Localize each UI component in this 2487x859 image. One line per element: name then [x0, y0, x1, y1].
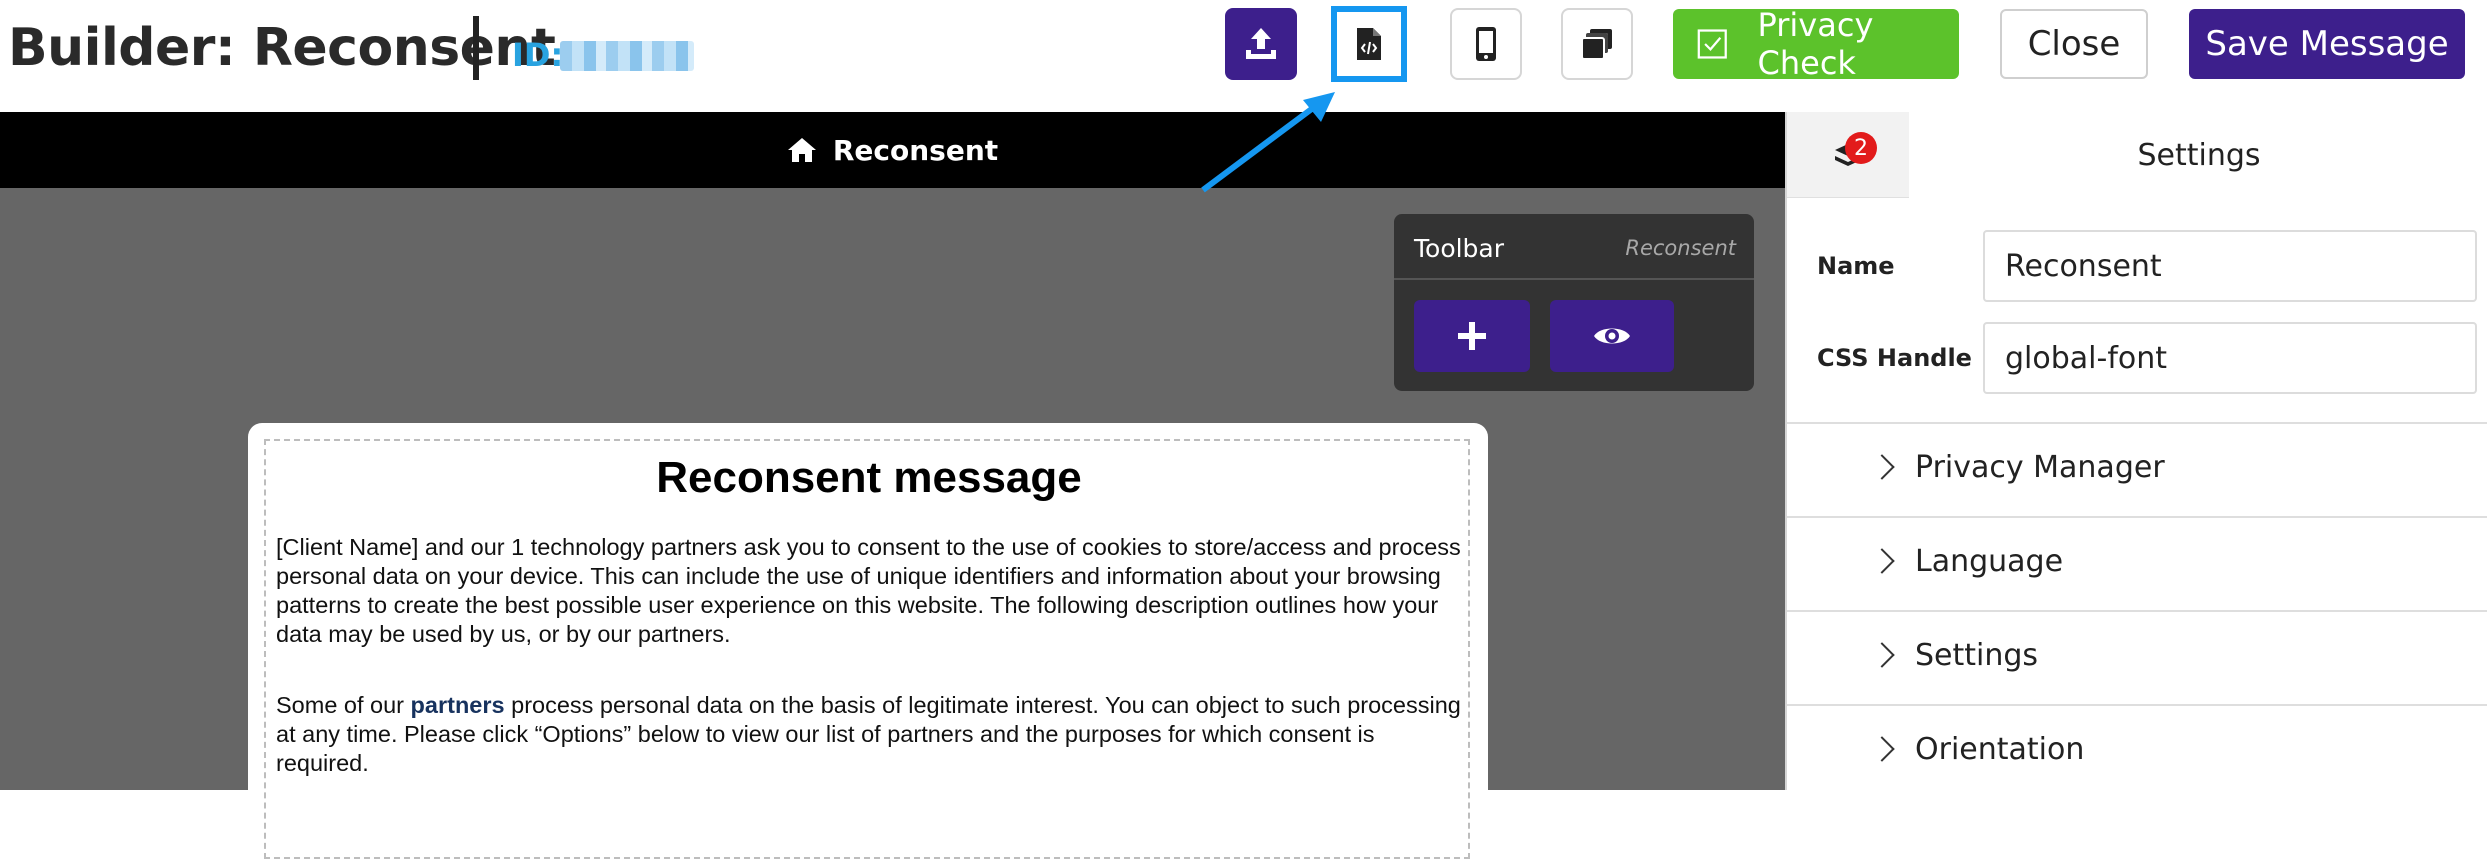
- privacy-check-button[interactable]: Privacy Check: [1673, 6, 1959, 82]
- toolbar-divider: [1394, 278, 1754, 280]
- layers-tab[interactable]: 2: [1787, 112, 1909, 198]
- checkbox-icon: [1697, 29, 1727, 59]
- message-content-area[interactable]: Reconsent message [Client Name] and our …: [264, 439, 1470, 859]
- floating-toolbar: Toolbar Reconsent: [1394, 214, 1754, 391]
- chevron-right-icon: [1869, 548, 1895, 574]
- plus-icon: [1458, 322, 1486, 350]
- chevron-right-icon: [1869, 736, 1895, 762]
- chevron-right-icon: [1869, 642, 1895, 668]
- builder-canvas[interactable]: Reconsent Toolbar Reconsent Reconsent me…: [0, 112, 1785, 859]
- section-orientation[interactable]: Orientation: [1787, 704, 2487, 798]
- home-icon: [787, 138, 816, 162]
- upload-button[interactable]: [1225, 8, 1297, 80]
- top-header: Builder: Reconsent ID: Privacy Check Clo…: [0, 0, 2487, 112]
- privacy-check-label: Privacy Check: [1757, 6, 1874, 82]
- section-label: Privacy Manager: [1915, 450, 2165, 485]
- add-element-button[interactable]: [1414, 300, 1530, 372]
- message-paragraph[interactable]: [Client Name] and our 1 technology partn…: [276, 533, 1466, 649]
- message-id-value-redacted: [560, 41, 694, 71]
- save-message-button[interactable]: Save Message: [2189, 9, 2465, 79]
- section-label: Orientation: [1915, 732, 2085, 767]
- layers-button[interactable]: [1561, 8, 1633, 80]
- css-handle-label: CSS Handle: [1817, 344, 1972, 372]
- section-privacy-manager[interactable]: Privacy Manager: [1787, 422, 2487, 516]
- toolbar-title: Toolbar: [1414, 234, 1505, 263]
- notification-badge: 2: [1845, 132, 1877, 164]
- paragraph-text: Some of our: [276, 692, 411, 718]
- name-input[interactable]: [1983, 230, 2477, 302]
- message-id-label: ID:: [512, 36, 564, 74]
- section-settings[interactable]: Settings: [1787, 610, 2487, 704]
- layers-icon: [1581, 29, 1612, 60]
- code-file-icon: [1357, 28, 1381, 60]
- mobile-preview-button[interactable]: [1450, 8, 1522, 80]
- preview-button[interactable]: [1550, 300, 1674, 372]
- name-label: Name: [1817, 252, 1895, 280]
- message-preview-card[interactable]: Reconsent message [Client Name] and our …: [248, 423, 1488, 859]
- css-handle-input[interactable]: [1983, 322, 2477, 394]
- toolbar-context-label: Reconsent: [1625, 236, 1736, 260]
- section-label: Settings: [1915, 638, 2039, 673]
- eye-icon: [1594, 328, 1630, 344]
- message-title[interactable]: Reconsent message: [266, 453, 1472, 503]
- section-language[interactable]: Language: [1787, 516, 2487, 610]
- code-view-button[interactable]: [1331, 6, 1407, 82]
- mobile-phone-icon: [1476, 27, 1496, 61]
- canvas-breadcrumb[interactable]: Reconsent: [0, 112, 1785, 188]
- settings-panel: 2 Settings Name CSS Handle Privacy Manag…: [1785, 112, 2487, 790]
- title-divider: [473, 16, 479, 80]
- tab-settings[interactable]: Settings: [1909, 112, 2487, 198]
- message-paragraph[interactable]: Some of our partners process personal da…: [276, 691, 1466, 778]
- partners-link[interactable]: partners: [411, 692, 505, 718]
- chevron-right-icon: [1869, 454, 1895, 480]
- canvas-breadcrumb-label: Reconsent: [832, 133, 999, 167]
- close-button[interactable]: Close: [2000, 9, 2148, 79]
- upload-icon: [1246, 28, 1276, 59]
- section-label: Language: [1915, 544, 2064, 579]
